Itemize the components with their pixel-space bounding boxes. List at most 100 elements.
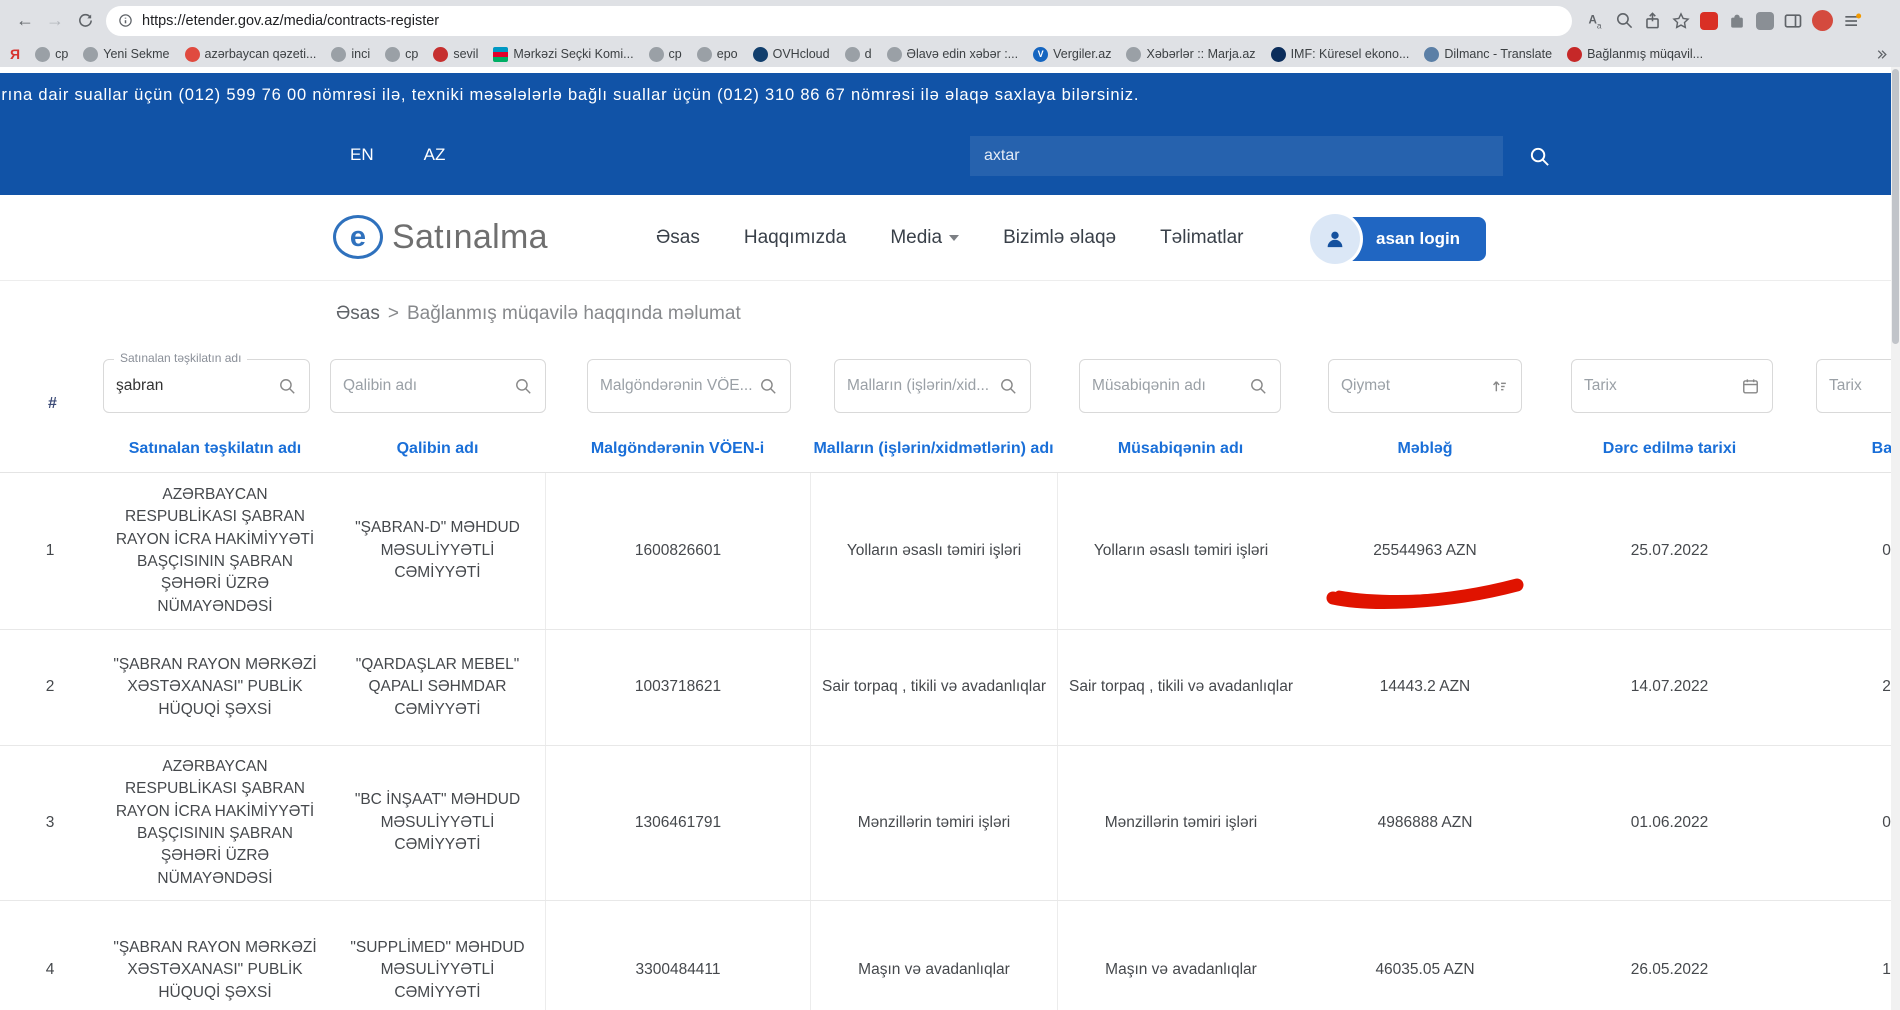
- address-bar[interactable]: https://etender.gov.az/media/contracts-r…: [106, 6, 1572, 36]
- filter-winner-input[interactable]: [343, 377, 508, 395]
- filter-winner: [330, 359, 546, 413]
- table-header-published[interactable]: Dərc edilmə tarixi: [1546, 440, 1793, 458]
- zoom-icon[interactable]: [1615, 11, 1634, 30]
- extension-red-icon[interactable]: [1700, 12, 1718, 30]
- bookmark-item[interactable]: cp: [385, 47, 418, 62]
- bookmarks-overflow[interactable]: [1867, 41, 1888, 67]
- extension-gray-icon[interactable]: [1756, 12, 1774, 30]
- bookmark-item[interactable]: epo: [697, 47, 738, 62]
- search-icon[interactable]: [514, 377, 533, 396]
- bookmark-item[interactable]: Я: [10, 46, 20, 62]
- site-logo[interactable]: e Satınalma: [333, 215, 548, 259]
- winner-cell: "ŞABRAN-D" MƏHDUD MƏSULİYYƏTLİ CƏMİYYƏTİ: [330, 473, 545, 629]
- site-info-icon[interactable]: [118, 13, 133, 28]
- filter-voen-input[interactable]: [600, 377, 753, 395]
- globe-icon: [649, 47, 664, 62]
- bookmark-item[interactable]: Dilmanc - Translate: [1424, 47, 1552, 62]
- bookmark-label: Vergiler.az: [1053, 47, 1111, 61]
- row-number: 1: [0, 473, 100, 629]
- org-cell: AZƏRBAYCAN RESPUBLİKASI ŞABRAN RAYON İCR…: [100, 746, 330, 900]
- side-panel-icon[interactable]: [1783, 11, 1803, 31]
- menu-item-esas[interactable]: Əsas: [656, 227, 700, 249]
- filter-date-start-input[interactable]: [1829, 377, 1900, 395]
- bookmark-item[interactable]: sevil: [433, 47, 478, 62]
- search-icon[interactable]: [278, 377, 297, 396]
- bookmark-item[interactable]: Xəbərlər :: Marja.az: [1126, 47, 1255, 62]
- bookmark-item[interactable]: inci: [331, 47, 370, 62]
- site-search-input[interactable]: [984, 147, 1489, 165]
- refresh-icon[interactable]: [70, 6, 100, 36]
- menu-item-media[interactable]: Media: [890, 227, 959, 249]
- globe-icon: [83, 47, 98, 62]
- asan-login-button[interactable]: asan login: [1310, 214, 1486, 264]
- table-header-goods[interactable]: Malların (işlərin/xidmətlərin) adı: [810, 440, 1057, 458]
- bookmark-item[interactable]: Bağlanmış müqavil...: [1567, 47, 1703, 62]
- table-header-winner[interactable]: Qalibin adı: [330, 440, 545, 458]
- published-cell: 01.06.2022: [1546, 746, 1793, 900]
- flag-icon: [493, 47, 508, 62]
- breadcrumb-separator: >: [388, 303, 399, 324]
- amount-cell: 14443.2 AZN: [1304, 630, 1546, 745]
- start-cell: 18.: [1793, 901, 1900, 1010]
- bookmark-item[interactable]: Yeni Sekme: [83, 47, 169, 62]
- globe-icon: [385, 47, 400, 62]
- filter-date-start: [1816, 359, 1900, 413]
- calendar-icon[interactable]: [1741, 377, 1760, 396]
- site-favicon: [185, 47, 200, 62]
- filter-price-input[interactable]: [1341, 377, 1484, 395]
- site-header: EN AZ: [0, 117, 1900, 195]
- org-cell: "ŞABRAN RAYON MƏRKƏZİ XƏSTƏXANASI" PUBLİ…: [100, 901, 330, 1010]
- table-header-org[interactable]: Satınalan təşkilatın adı: [100, 440, 330, 458]
- table-header-tender[interactable]: Müsabiqənin adı: [1057, 440, 1304, 458]
- table-filters: # Satınalan təşkilatın adı: [0, 341, 1900, 425]
- bookmark-item[interactable]: cp: [35, 47, 68, 62]
- table-header-voen[interactable]: Malgöndərənin VÖEN-i: [545, 440, 810, 458]
- table-header-amount[interactable]: Məbləğ: [1304, 440, 1546, 458]
- search-icon[interactable]: [999, 377, 1018, 396]
- bookmark-item[interactable]: OVHcloud: [753, 47, 830, 62]
- table-row: 1 AZƏRBAYCAN RESPUBLİKASI ŞABRAN RAYON İ…: [0, 473, 1900, 630]
- breadcrumb-home[interactable]: Əsas: [336, 303, 380, 324]
- filter-org-input[interactable]: [116, 377, 272, 395]
- table-header-row: Satınalan təşkilatın adı Qalibin adı Mal…: [0, 425, 1900, 473]
- search-icon[interactable]: [1528, 145, 1551, 168]
- site-search[interactable]: [970, 136, 1503, 176]
- bookmark-label: OVHcloud: [773, 47, 830, 61]
- bookmark-star-icon[interactable]: [1671, 11, 1691, 31]
- extensions-puzzle-icon[interactable]: [1727, 11, 1747, 31]
- search-icon[interactable]: [759, 377, 778, 396]
- bookmark-item[interactable]: V Vergiler.az: [1033, 47, 1111, 62]
- filter-date-published-input[interactable]: [1584, 377, 1735, 395]
- back-icon[interactable]: ←: [10, 6, 40, 36]
- published-cell: 26.05.2022: [1546, 901, 1793, 1010]
- filter-tender: [1079, 359, 1281, 413]
- menu-icon[interactable]: [1842, 11, 1862, 31]
- menu-item-telimatlar[interactable]: Təlimatlar: [1160, 227, 1243, 249]
- filter-goods-input[interactable]: [847, 377, 993, 395]
- bookmark-item[interactable]: cp: [649, 47, 682, 62]
- bookmark-item[interactable]: Əlavə edin xəbər :...: [887, 47, 1019, 62]
- profile-avatar[interactable]: [1812, 10, 1833, 31]
- voen-cell: 1600826601: [545, 473, 810, 629]
- bookmark-label: sevil: [453, 47, 478, 61]
- forward-icon[interactable]: →: [40, 6, 70, 36]
- translate-icon[interactable]: A a: [1586, 11, 1606, 31]
- filter-tender-input[interactable]: [1092, 377, 1243, 395]
- page-scrollbar[interactable]: [1891, 67, 1900, 1010]
- lang-az[interactable]: AZ: [424, 145, 446, 165]
- globe-icon: [35, 47, 50, 62]
- bookmark-item[interactable]: Mərkəzi Seçki Komi...: [493, 47, 633, 62]
- scrollbar-thumb[interactable]: [1892, 69, 1899, 344]
- bookmark-item[interactable]: IMF: Küresel ekono...: [1271, 47, 1410, 62]
- table-header-start[interactable]: Başla: [1793, 440, 1900, 458]
- menu-item-haqqimizda[interactable]: Haqqımızda: [744, 227, 846, 249]
- menu-item-bizimle-elaqe[interactable]: Bizimlə əlaqə: [1003, 227, 1116, 249]
- sort-icon[interactable]: [1490, 377, 1509, 396]
- lang-en[interactable]: EN: [350, 145, 374, 165]
- bookmarks-bar: Я cp Yeni Sekme azərbaycan qəzeti... inc…: [0, 41, 1900, 67]
- search-icon[interactable]: [1249, 377, 1268, 396]
- globe-icon: [887, 47, 902, 62]
- share-icon[interactable]: [1643, 11, 1662, 30]
- bookmark-item[interactable]: azərbaycan qəzeti...: [185, 47, 317, 62]
- bookmark-item[interactable]: d: [845, 47, 872, 62]
